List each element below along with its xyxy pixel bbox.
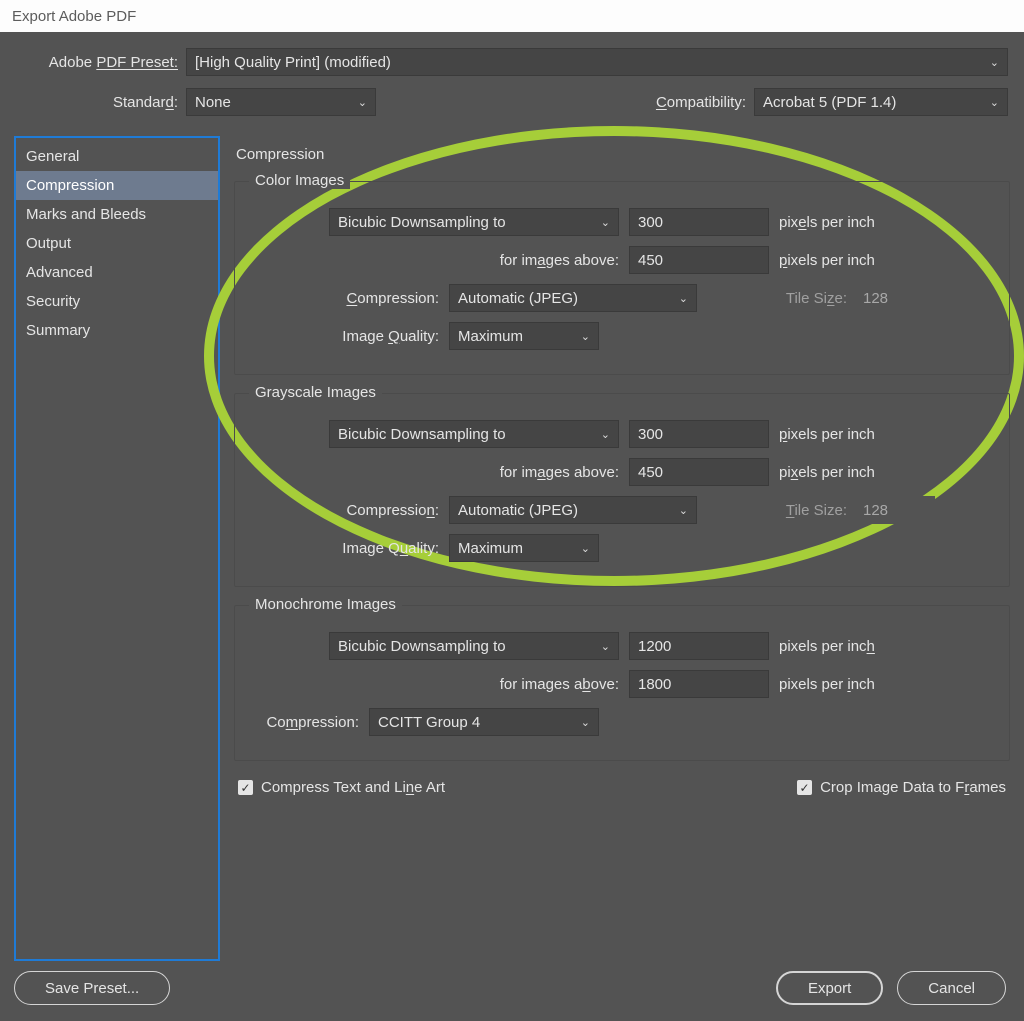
- window-title: Export Adobe PDF: [12, 8, 136, 25]
- save-preset-button[interactable]: Save Preset...: [14, 971, 170, 1005]
- chevron-down-icon: ⌄: [990, 96, 999, 109]
- export-pdf-dialog: Export Adobe PDF Adobe PDF Preset: [High…: [0, 0, 1024, 1021]
- standard-select[interactable]: None ⌄: [186, 88, 376, 116]
- group-title: Monochrome Images: [249, 596, 402, 613]
- group-title: Grayscale Images: [249, 384, 382, 401]
- preset-label: Adobe PDF Preset:: [16, 54, 186, 71]
- gray-above-input[interactable]: 450: [629, 458, 769, 486]
- cancel-button[interactable]: Cancel: [897, 971, 1006, 1005]
- sidebar-item-advanced[interactable]: Advanced: [16, 258, 218, 287]
- compatibility-select[interactable]: Acrobat 5 (PDF 1.4) ⌄: [754, 88, 1008, 116]
- standard-label: Standard:: [16, 94, 186, 111]
- gray-tile-size-input: 128: [855, 496, 935, 524]
- ppi-unit: pixels per inch: [769, 676, 875, 693]
- compress-text-checkbox[interactable]: Compress Text and Line Art: [238, 779, 445, 796]
- color-quality-select[interactable]: Maximum⌄: [449, 322, 599, 350]
- panel-title: Compression: [236, 146, 1010, 163]
- quality-label: Image Quality:: [249, 540, 449, 557]
- sidebar-item-marks-bleeds[interactable]: Marks and Bleeds: [16, 200, 218, 229]
- compatibility-label: Compatibility:: [656, 94, 754, 111]
- gray-quality-select[interactable]: Maximum⌄: [449, 534, 599, 562]
- compression-panel: Compression Color Images Bicubic Downsam…: [234, 136, 1010, 961]
- chevron-down-icon: ⌄: [990, 56, 999, 69]
- compression-label: Compression:: [249, 290, 449, 307]
- header-section: Adobe PDF Preset: [High Quality Print] (…: [0, 32, 1024, 136]
- chevron-down-icon: ⌄: [581, 716, 590, 729]
- ppi-unit: pixels per inch: [769, 214, 875, 231]
- above-label: for images above:: [249, 676, 629, 693]
- chevron-down-icon: ⌄: [581, 330, 590, 343]
- mono-above-input[interactable]: 1800: [629, 670, 769, 698]
- gray-compression-select[interactable]: Automatic (JPEG)⌄: [449, 496, 697, 524]
- color-sampling-select[interactable]: Bicubic Downsampling to⌄: [329, 208, 619, 236]
- quality-label: Image Quality:: [249, 328, 449, 345]
- color-compression-select[interactable]: Automatic (JPEG)⌄: [449, 284, 697, 312]
- mono-sampling-select[interactable]: Bicubic Downsampling to⌄: [329, 632, 619, 660]
- sidebar-item-compression[interactable]: Compression: [16, 171, 218, 200]
- color-images-group: Color Images Bicubic Downsampling to⌄ 30…: [234, 181, 1010, 375]
- monochrome-images-group: Monochrome Images Bicubic Downsampling t…: [234, 605, 1010, 761]
- above-label: for images above:: [249, 252, 629, 269]
- ppi-unit: pixels per inch: [769, 252, 875, 269]
- group-title: Color Images: [249, 172, 350, 189]
- gray-ppi-input[interactable]: 300: [629, 420, 769, 448]
- checkbox-label: Compress Text and Line Art: [261, 779, 445, 796]
- mono-compression-select[interactable]: CCITT Group 4⌄: [369, 708, 599, 736]
- category-sidebar: General Compression Marks and Bleeds Out…: [14, 136, 220, 961]
- compression-label: Compression:: [249, 714, 369, 731]
- sidebar-item-output[interactable]: Output: [16, 229, 218, 258]
- color-tile-size-input: 128: [855, 284, 935, 312]
- chevron-down-icon: ⌄: [581, 542, 590, 555]
- gray-sampling-select[interactable]: Bicubic Downsampling to⌄: [329, 420, 619, 448]
- chevron-down-icon: ⌄: [601, 428, 610, 441]
- sidebar-item-summary[interactable]: Summary: [16, 316, 218, 345]
- above-label: for images above:: [249, 464, 629, 481]
- compression-label: Compression:: [249, 502, 449, 519]
- export-button[interactable]: Export: [776, 971, 883, 1005]
- ppi-unit: pixels per inch: [769, 426, 875, 443]
- chevron-down-icon: ⌄: [679, 292, 688, 305]
- chevron-down-icon: ⌄: [601, 640, 610, 653]
- ppi-unit: pixels per inch: [769, 464, 875, 481]
- chevron-down-icon: ⌄: [601, 216, 610, 229]
- crop-image-checkbox[interactable]: Crop Image Data to Frames: [797, 779, 1006, 796]
- sidebar-item-general[interactable]: General: [16, 142, 218, 171]
- chevron-down-icon: ⌄: [358, 96, 367, 109]
- checkbox-checked-icon: [238, 780, 253, 795]
- preset-select[interactable]: [High Quality Print] (modified) ⌄: [186, 48, 1008, 76]
- sidebar-item-security[interactable]: Security: [16, 287, 218, 316]
- color-above-input[interactable]: 450: [629, 246, 769, 274]
- dialog-footer: Save Preset... Export Cancel: [0, 961, 1024, 1021]
- grayscale-images-group: Grayscale Images Bicubic Downsampling to…: [234, 393, 1010, 587]
- chevron-down-icon: ⌄: [679, 504, 688, 517]
- window-titlebar: Export Adobe PDF: [0, 0, 1024, 32]
- checkbox-label: Crop Image Data to Frames: [820, 779, 1006, 796]
- tile-size-label: Tile Size:: [757, 502, 847, 519]
- mono-ppi-input[interactable]: 1200: [629, 632, 769, 660]
- checkbox-checked-icon: [797, 780, 812, 795]
- ppi-unit: pixels per inch: [769, 638, 875, 655]
- tile-size-label: Tile Size:: [757, 290, 847, 307]
- color-ppi-input[interactable]: 300: [629, 208, 769, 236]
